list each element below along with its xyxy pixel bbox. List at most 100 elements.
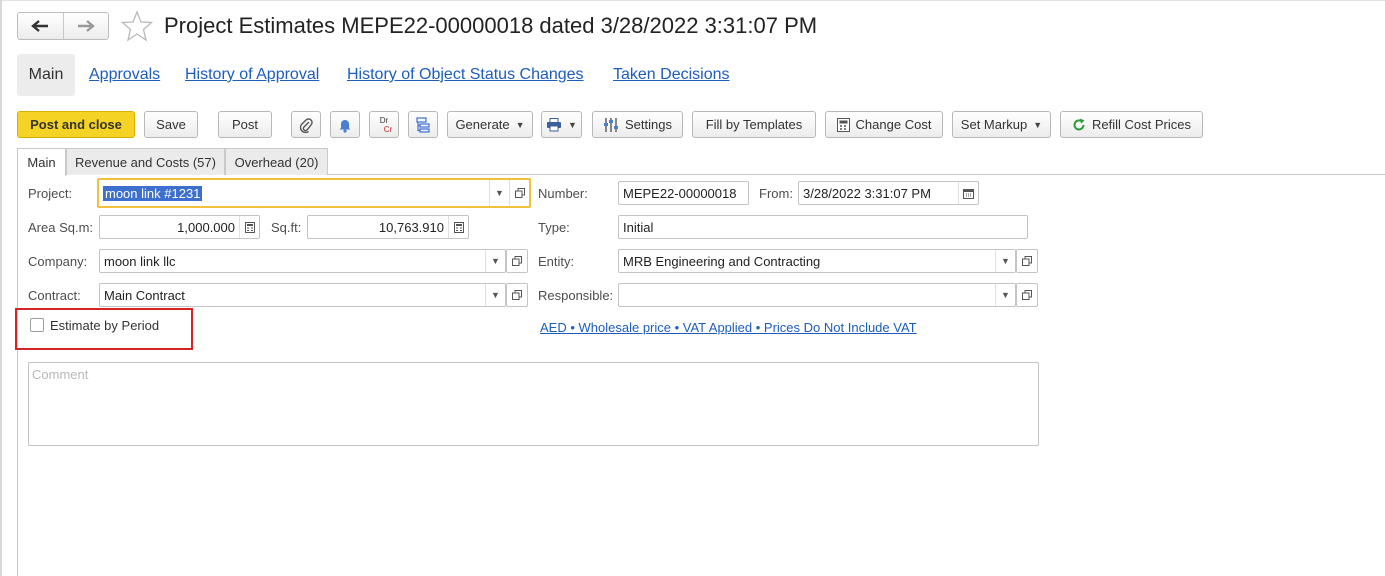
tab-main[interactable]: Main bbox=[17, 148, 66, 176]
estimate-by-period-label[interactable]: Estimate by Period bbox=[50, 318, 159, 333]
window-top-edge bbox=[0, 0, 1385, 1]
dr-cr-button[interactable]: Dr Cr bbox=[369, 111, 399, 138]
cr-label: Cr bbox=[383, 124, 393, 134]
top-link-taken-decisions[interactable]: Taken Decisions bbox=[613, 66, 730, 84]
open-icon bbox=[512, 256, 522, 266]
open-icon bbox=[1022, 256, 1032, 266]
chevron-down-icon[interactable]: ▼ bbox=[995, 284, 1015, 306]
star-icon[interactable] bbox=[121, 10, 153, 42]
entity-open-button[interactable] bbox=[1016, 249, 1038, 273]
form-tab-strip: Main Revenue and Costs (57) Overhead (20… bbox=[17, 148, 1385, 176]
refresh-icon bbox=[1073, 118, 1085, 130]
set-markup-button[interactable]: Set Markup ▼ bbox=[952, 111, 1051, 138]
project-value: moon link #1231 bbox=[103, 185, 203, 201]
generate-button[interactable]: Generate ▼ bbox=[447, 111, 533, 138]
chevron-down-icon: ▼ bbox=[568, 119, 577, 130]
company-open-button[interactable] bbox=[506, 249, 528, 273]
from-value: 3/28/2022 3:31:07 PM bbox=[803, 185, 931, 201]
arrow-right-icon bbox=[77, 20, 95, 32]
calculator-icon[interactable] bbox=[448, 216, 468, 238]
entity-label: Entity: bbox=[538, 254, 575, 269]
refill-cost-prices-button[interactable]: Refill Cost Prices bbox=[1060, 111, 1203, 138]
forward-button[interactable] bbox=[62, 13, 109, 39]
open-icon bbox=[512, 290, 522, 300]
company-label: Company: bbox=[28, 254, 88, 269]
project-value-wrap: moon link #1231 bbox=[99, 185, 489, 201]
number-label: Number: bbox=[538, 186, 588, 201]
change-cost-button[interactable]: Change Cost bbox=[825, 111, 943, 138]
set-markup-label: Set Markup bbox=[960, 117, 1028, 132]
company-field[interactable]: moon link llc ▼ bbox=[99, 249, 506, 273]
open-icon bbox=[1022, 290, 1032, 300]
top-link-approvals[interactable]: Approvals bbox=[89, 66, 160, 84]
contract-label: Contract: bbox=[28, 288, 81, 303]
paperclip-icon bbox=[299, 117, 313, 133]
company-value: moon link llc bbox=[104, 253, 176, 269]
chevron-down-icon[interactable]: ▼ bbox=[485, 250, 505, 272]
estimate-by-period-checkbox[interactable] bbox=[30, 318, 44, 332]
post-and-close-label: Post and close bbox=[30, 117, 122, 132]
top-link-history-of-approval[interactable]: History of Approval bbox=[185, 66, 319, 84]
generate-label: Generate bbox=[455, 117, 510, 132]
bell-icon bbox=[339, 119, 351, 133]
contract-value: Main Contract bbox=[104, 287, 185, 303]
type-field: Initial bbox=[618, 215, 1028, 239]
sqft-field[interactable]: 10,763.910 bbox=[307, 215, 469, 239]
entity-value: MRB Engineering and Contracting bbox=[623, 253, 821, 269]
entity-field[interactable]: MRB Engineering and Contracting ▼ bbox=[618, 249, 1016, 273]
comment-field[interactable]: Comment bbox=[28, 362, 1039, 446]
dr-label: Dr bbox=[379, 115, 389, 125]
from-label: From: bbox=[759, 186, 793, 201]
print-button[interactable]: ▼ bbox=[541, 111, 582, 138]
type-value: Initial bbox=[623, 219, 654, 235]
change-cost-label: Change Cost bbox=[855, 117, 932, 132]
project-field[interactable]: moon link #1231 ▼ bbox=[97, 178, 531, 208]
tab-overhead[interactable]: Overhead (20) bbox=[225, 148, 328, 175]
contract-field[interactable]: Main Contract ▼ bbox=[99, 283, 506, 307]
responsible-label: Responsible: bbox=[538, 288, 614, 303]
post-and-close-button[interactable]: Post and close bbox=[17, 111, 135, 138]
responsible-open-button[interactable] bbox=[1016, 283, 1038, 307]
post-button[interactable]: Post bbox=[218, 111, 272, 138]
project-label: Project: bbox=[28, 186, 73, 201]
chevron-down-icon: ▼ bbox=[515, 119, 525, 130]
chevron-down-icon[interactable]: ▼ bbox=[489, 180, 509, 206]
number-field[interactable]: MEPE22-00000018 bbox=[618, 181, 749, 205]
hierarchy-icon bbox=[416, 116, 430, 133]
arrow-left-icon bbox=[31, 20, 49, 32]
comment-placeholder: Comment bbox=[32, 367, 89, 382]
price-settings-link[interactable]: AED • Wholesale price • VAT Applied • Pr… bbox=[540, 320, 917, 335]
area-sqm-value: 1,000.000 bbox=[177, 219, 235, 235]
area-sqm-field[interactable]: 1,000.000 bbox=[99, 215, 260, 239]
calculator-icon bbox=[836, 117, 850, 132]
chevron-down-icon[interactable]: ▼ bbox=[995, 250, 1015, 272]
back-button[interactable] bbox=[18, 13, 63, 39]
top-link-main[interactable]: Main bbox=[17, 54, 75, 96]
attach-button[interactable] bbox=[291, 111, 321, 138]
chevron-down-icon[interactable]: ▼ bbox=[485, 284, 505, 306]
responsible-field[interactable]: ▼ bbox=[618, 283, 1016, 307]
tools-icon bbox=[604, 117, 618, 132]
settings-button[interactable]: Settings bbox=[592, 111, 683, 138]
structure-button[interactable] bbox=[408, 111, 438, 138]
window-left-edge bbox=[0, 0, 2, 576]
top-link-history-status-changes[interactable]: History of Object Status Changes bbox=[347, 66, 584, 84]
open-icon[interactable] bbox=[509, 180, 529, 206]
type-label: Type: bbox=[538, 220, 570, 235]
fill-by-templates-label: Fill by Templates bbox=[705, 117, 803, 132]
contract-open-button[interactable] bbox=[506, 283, 528, 307]
post-label: Post bbox=[231, 117, 258, 132]
sqft-value: 10,763.910 bbox=[378, 219, 444, 235]
from-date-field[interactable]: 3/28/2022 3:31:07 PM bbox=[798, 181, 979, 205]
fill-by-templates-button[interactable]: Fill by Templates bbox=[692, 111, 816, 138]
sqft-label: Sq.ft: bbox=[271, 220, 302, 235]
area-sqm-label: Area Sq.m: bbox=[28, 220, 94, 235]
calculator-icon[interactable] bbox=[239, 216, 259, 238]
settings-label: Settings bbox=[625, 117, 672, 132]
history-nav bbox=[17, 12, 109, 40]
save-button[interactable]: Save bbox=[144, 111, 198, 138]
calendar-icon[interactable] bbox=[958, 182, 978, 204]
reminder-button[interactable] bbox=[330, 111, 360, 138]
page-title: Project Estimates MEPE22-00000018 dated … bbox=[164, 13, 818, 38]
tab-revenue-and-costs[interactable]: Revenue and Costs (57) bbox=[66, 148, 225, 175]
